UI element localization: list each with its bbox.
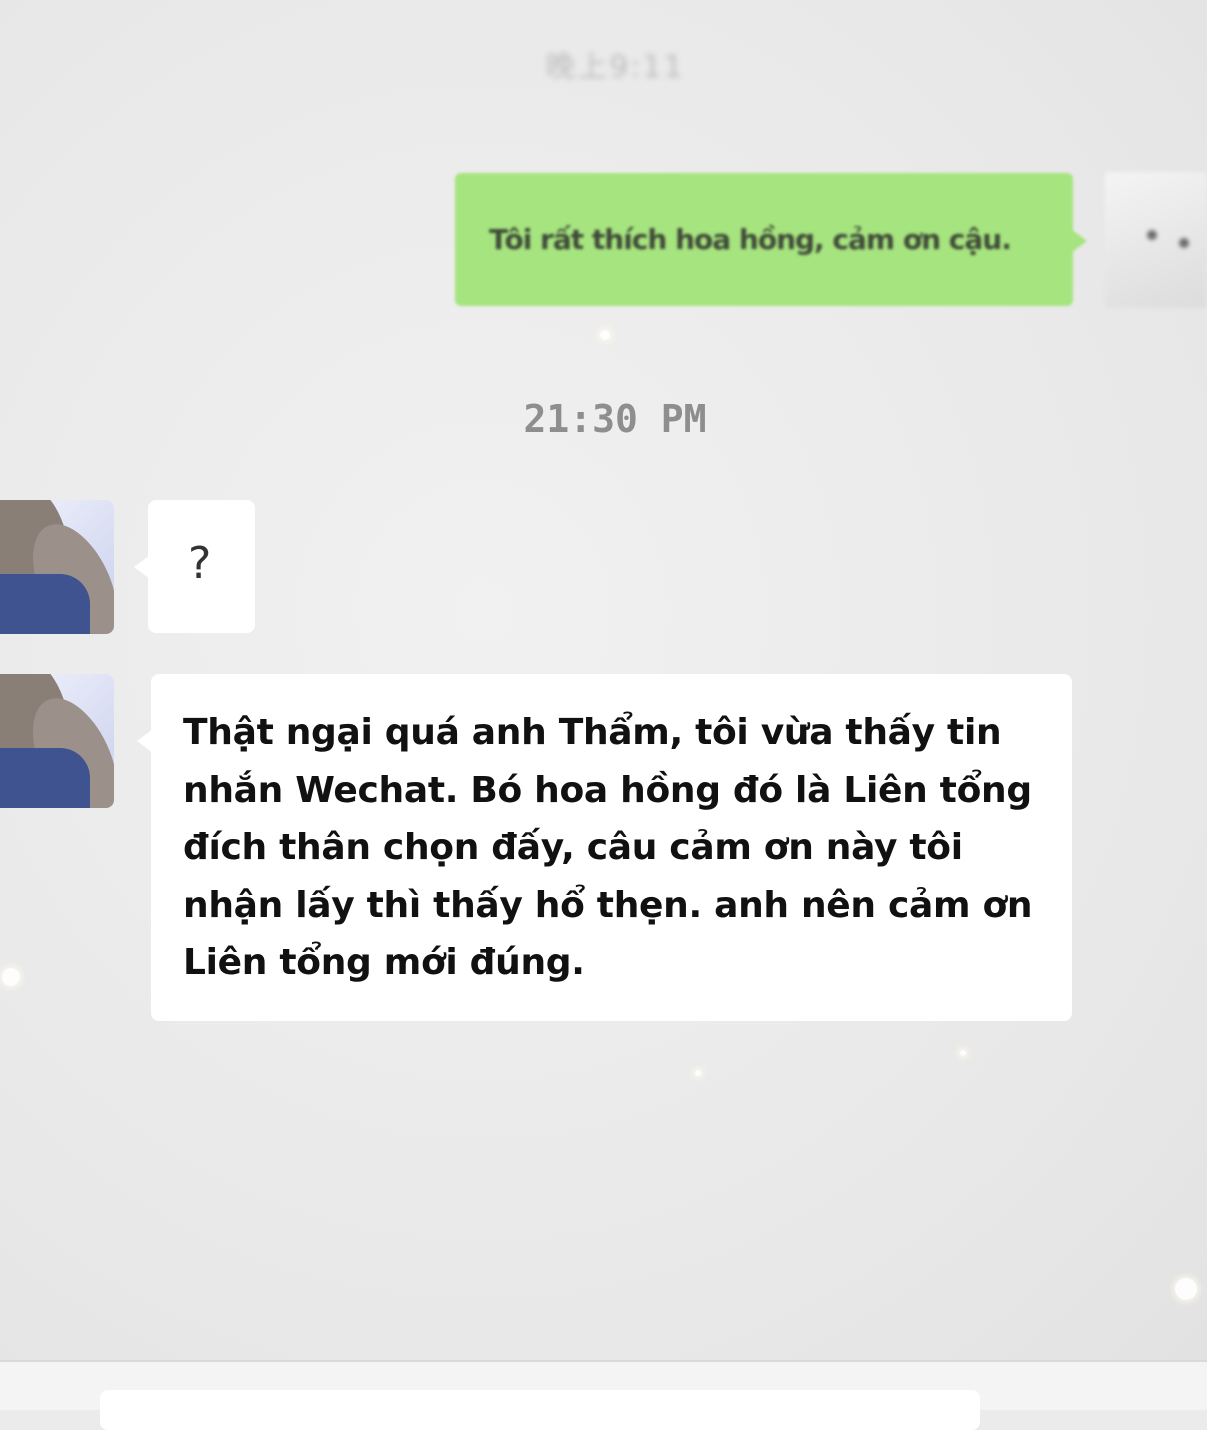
coat-shape: [0, 574, 90, 634]
bubble-tail: [137, 729, 153, 753]
bubble-tail: [134, 555, 150, 579]
sent-message-text: Tôi rất thích hoa hồng, cảm ơn cậu.: [489, 223, 1012, 256]
received-bubble-question[interactable]: ?: [134, 500, 255, 633]
sparkle-decoration: [2, 968, 20, 986]
timestamp-top: 晚上9:11: [545, 50, 685, 85]
girl-avatar-icon[interactable]: [0, 500, 114, 634]
sparkle-decoration: [960, 1050, 966, 1056]
chat-screen: 晚上9:11 Tôi rất thích hoa hồng, cảm ơn cậ…: [0, 0, 1207, 1360]
sparkle-decoration: [695, 1070, 701, 1076]
girl-avatar-icon[interactable]: [0, 674, 114, 808]
coat-shape: [0, 748, 90, 808]
message-input[interactable]: [100, 1390, 980, 1430]
timestamp-middle: 21:30 PM: [523, 397, 707, 441]
received-message-text: ?: [188, 538, 212, 589]
bottom-input-bar: [0, 1360, 1207, 1430]
cat-avatar-icon[interactable]: [1105, 172, 1207, 308]
cat-eye-icon: [1179, 238, 1189, 248]
sparkle-decoration: [1175, 1278, 1197, 1300]
received-message-text: Thật ngại quá anh Thẩm, tôi vừa thấy tin…: [183, 712, 1033, 983]
received-bubble-long[interactable]: Thật ngại quá anh Thẩm, tôi vừa thấy tin…: [137, 674, 1072, 1021]
cat-eye-icon: [1147, 230, 1157, 240]
sent-message-bubble[interactable]: Tôi rất thích hoa hồng, cảm ơn cậu.: [455, 173, 1087, 306]
sparkle-decoration: [600, 330, 610, 340]
